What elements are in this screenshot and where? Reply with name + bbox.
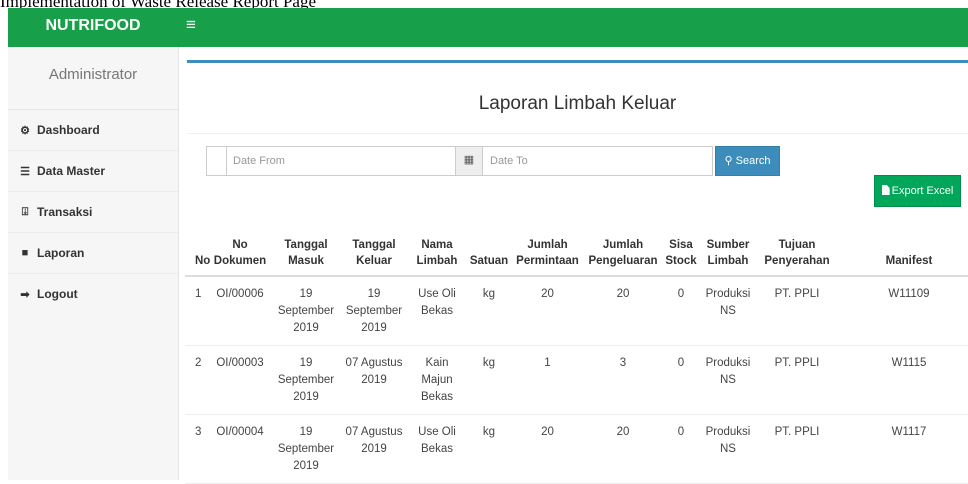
export-button-label: Export Excel	[891, 185, 954, 197]
table-cell: W1115	[838, 345, 968, 415]
table-cell: 2	[185, 345, 209, 415]
laporan-icon: ■	[21, 247, 29, 259]
date-from-field[interactable]: Date From	[206, 146, 456, 176]
table-cell: 20	[584, 414, 662, 484]
table-cell: W1117	[838, 414, 968, 484]
column-header: Tanggal Keluar	[341, 233, 407, 277]
sidebar-item-transaksi[interactable]: ⍗ Transaksi	[8, 192, 178, 233]
hamburger-icon[interactable]: ≡	[186, 8, 196, 47]
table-cell: 3	[185, 414, 209, 484]
sidebar-item-label: Logout	[37, 287, 78, 301]
table-cell: 1	[185, 276, 209, 346]
table-row: 1 OI/00006 19 September 2019 19 Septembe…	[185, 276, 968, 346]
table-cell: 1	[511, 345, 584, 415]
table-cell: 19 September 2019	[271, 414, 341, 484]
column-header: Sumber Limbah	[700, 233, 756, 277]
table-cell: 20	[511, 414, 584, 484]
column-header: Manifest	[838, 233, 968, 277]
table-cell: Produksi NS	[700, 276, 756, 346]
report-table: No No Dokumen Tanggal Masuk Tanggal Kelu…	[185, 233, 968, 484]
column-header: Tujuan Penyerahan	[756, 233, 838, 277]
table-cell: 0	[662, 276, 700, 346]
table-cell: 20	[511, 276, 584, 346]
table-cell: PT. PPLI	[756, 414, 838, 484]
table-cell: PT. PPLI	[756, 345, 838, 415]
column-header: Jumlah Pengeluaran	[584, 233, 662, 277]
date-from-placeholder: Date From	[233, 155, 285, 167]
page-title: Laporan Limbah Keluar	[478, 93, 677, 114]
table-cell: 0	[662, 345, 700, 415]
table-cell: 19 September 2019	[341, 276, 407, 346]
sidebar-item-data-master[interactable]: ☰ Data Master	[8, 151, 178, 192]
column-header: Tanggal Masuk	[271, 233, 341, 277]
table-cell: 3	[584, 345, 662, 415]
table-cell: kg	[467, 276, 511, 346]
date-to-placeholder: Date To	[490, 155, 528, 167]
transaksi-icon: ⍗	[21, 205, 29, 218]
table-cell: W11109	[838, 276, 968, 346]
data-master-icon: ☰	[20, 165, 30, 178]
search-button-label: Search	[735, 155, 771, 167]
table-cell: 07 Agustus 2019	[341, 345, 407, 415]
sidebar-item-dashboard[interactable]: ⚙ Dashboard	[8, 110, 178, 151]
column-header: No Dokumen	[209, 233, 271, 277]
sidebar-item-label: Dashboard	[37, 123, 100, 137]
sidebar-item-label: Data Master	[37, 164, 106, 178]
sidebar-item-label: Transaksi	[37, 205, 93, 219]
table-cell: OI/00004	[209, 414, 271, 484]
table-cell: Use Oli Bekas	[407, 414, 467, 484]
table-cell: OI/00006	[209, 276, 271, 346]
date-from-addon	[207, 147, 227, 175]
date-to-field[interactable]: ▦ Date To	[455, 146, 713, 176]
column-header: Satuan	[467, 233, 511, 277]
table-cell: Kain Majun Bekas	[407, 345, 467, 415]
search-button[interactable]: ⚲ Search	[715, 146, 780, 176]
table-cell: Produksi NS	[700, 345, 756, 415]
top-navbar: NUTRIFOOD ≡	[8, 8, 968, 47]
export-excel-button[interactable]: Export Excel	[874, 175, 961, 207]
dashboard-icon: ⚙	[20, 124, 30, 137]
table-row: 2 OI/00003 19 September 2019 07 Agustus …	[185, 345, 968, 415]
sidebar-item-laporan[interactable]: ■ Laporan	[8, 233, 178, 274]
sidebar-item-label: Laporan	[37, 246, 85, 260]
table-cell: 19 September 2019	[271, 276, 341, 346]
column-header: Jumlah Permintaan	[511, 233, 584, 277]
table-cell: Use Oli Bekas	[407, 276, 467, 346]
report-panel: Laporan Limbah Keluar Date From ▦ Date T…	[185, 60, 968, 484]
table-row: 3 OI/00004 19 September 2019 07 Agustus …	[185, 414, 968, 484]
user-role-label: Administrator	[8, 47, 178, 110]
table-cell: PT. PPLI	[756, 276, 838, 346]
brand-logo[interactable]: NUTRIFOOD	[8, 8, 178, 47]
table-cell: 07 Agustus 2019	[341, 414, 407, 484]
column-header: No	[185, 233, 210, 277]
sidebar-item-logout[interactable]: ➡ Logout	[8, 274, 178, 314]
column-header: Nama Limbah	[407, 233, 467, 277]
sidebar: Administrator ⚙ Dashboard ☰ Data Master …	[8, 47, 179, 480]
logout-icon: ➡	[20, 288, 30, 301]
table-cell: OI/00003	[209, 345, 271, 415]
table-cell: Produksi NS	[700, 414, 756, 484]
calendar-icon[interactable]: ▦	[456, 147, 483, 175]
table-cell: 19 September 2019	[271, 345, 341, 415]
table-cell: kg	[467, 345, 511, 415]
column-header: Sisa Stock	[662, 233, 700, 277]
search-icon: ⚲	[724, 155, 733, 167]
table-cell: kg	[467, 414, 511, 484]
table-header-row: No No Dokumen Tanggal Masuk Tanggal Kelu…	[185, 233, 968, 277]
table-cell: 20	[584, 276, 662, 346]
table-cell: 0	[662, 414, 700, 484]
file-icon	[881, 185, 890, 195]
title-divider	[187, 133, 968, 134]
